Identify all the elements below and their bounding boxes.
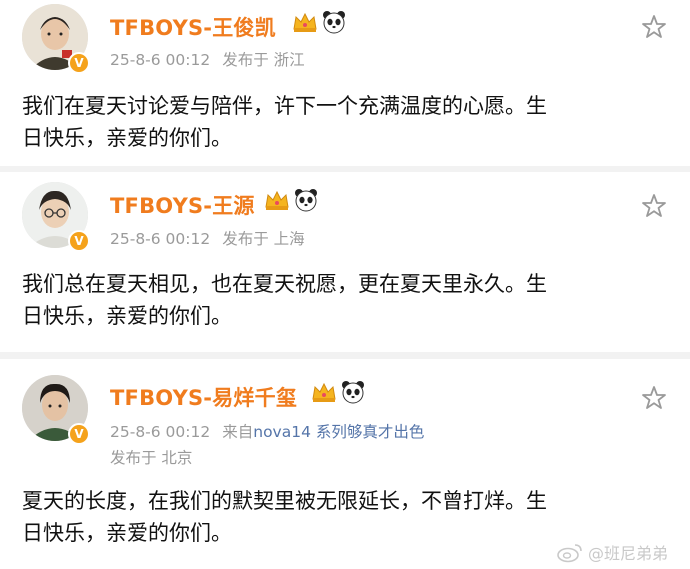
post-location: 发布于 北京 bbox=[110, 449, 193, 467]
crown-icon bbox=[293, 12, 317, 32]
post-timestamp: 25-8-6 00:12 bbox=[110, 423, 211, 441]
verified-badge-icon: V bbox=[68, 423, 90, 445]
post-source-link[interactable]: nova14 系列够真才出色 bbox=[253, 423, 424, 441]
post-meta: 25-8-6 00:12 发布于 浙江 bbox=[110, 48, 305, 70]
post-timestamp: 25-8-6 00:12 bbox=[110, 51, 211, 69]
star-icon[interactable] bbox=[641, 14, 667, 40]
user-name[interactable]: TFBOYS-易烊千玺 bbox=[110, 382, 297, 412]
post-text-line: 我们总在夏天相见，也在夏天祝愿，更在夏天里永久。生 bbox=[22, 272, 547, 296]
panda-icon bbox=[323, 11, 345, 34]
post-meta: 25-8-6 00:12 发布于 上海 bbox=[110, 227, 305, 249]
post-text-line: 日快乐，亲爱的你们。 bbox=[22, 126, 232, 150]
star-icon[interactable] bbox=[641, 193, 667, 219]
post-text: 我们在夏天讨论爱与陪伴，许下一个充满温度的心愿。生 日快乐，亲爱的你们。 bbox=[22, 90, 672, 154]
crown-icon bbox=[312, 382, 336, 402]
post-text: 我们总在夏天相见，也在夏天祝愿，更在夏天里永久。生 日快乐，亲爱的你们。 bbox=[22, 268, 672, 332]
weibo-post: V TFBOYS-王源 25-8-6 00:12 发布于 上海 我们总在夏天相见，… bbox=[0, 172, 690, 352]
post-meta: 发布于 北京 bbox=[110, 446, 192, 468]
post-divider bbox=[0, 352, 690, 359]
user-name[interactable]: TFBOYS-王俊凯 bbox=[110, 12, 276, 42]
weibo-logo-icon bbox=[557, 544, 582, 563]
verified-badge-icon: V bbox=[68, 230, 90, 252]
panda-icon bbox=[295, 189, 317, 212]
post-text-line: 日快乐，亲爱的你们。 bbox=[22, 304, 232, 328]
post-meta: 25-8-6 00:12 来自nova14 系列够真才出色 bbox=[110, 420, 424, 442]
post-text-line: 夏天的长度，在我们的默契里被无限延长，不曾打烊。生 bbox=[22, 489, 547, 513]
verified-badge-icon: V bbox=[68, 52, 90, 74]
crown-icon bbox=[265, 190, 289, 210]
user-name[interactable]: TFBOYS-王源 bbox=[110, 190, 255, 220]
post-timestamp: 25-8-6 00:12 bbox=[110, 230, 211, 248]
weibo-post: V TFBOYS-王俊凯 25-8-6 00:12 发布于 浙江 我们在夏天讨论爱… bbox=[0, 0, 690, 172]
post-location: 发布于 浙江 bbox=[222, 51, 305, 69]
post-source-prefix: 来自 bbox=[222, 423, 254, 441]
post-location: 发布于 上海 bbox=[222, 230, 305, 248]
post-text-line: 我们在夏天讨论爱与陪伴，许下一个充满温度的心愿。生 bbox=[22, 94, 547, 118]
star-icon[interactable] bbox=[641, 385, 667, 411]
weibo-post: V TFBOYS-易烊千玺 25-8-6 00:12 来自nova14 系列够真才… bbox=[0, 359, 690, 569]
watermark: @班尼弟弟 bbox=[556, 540, 668, 564]
panda-icon bbox=[342, 381, 364, 404]
watermark-text: @班尼弟弟 bbox=[588, 544, 669, 563]
